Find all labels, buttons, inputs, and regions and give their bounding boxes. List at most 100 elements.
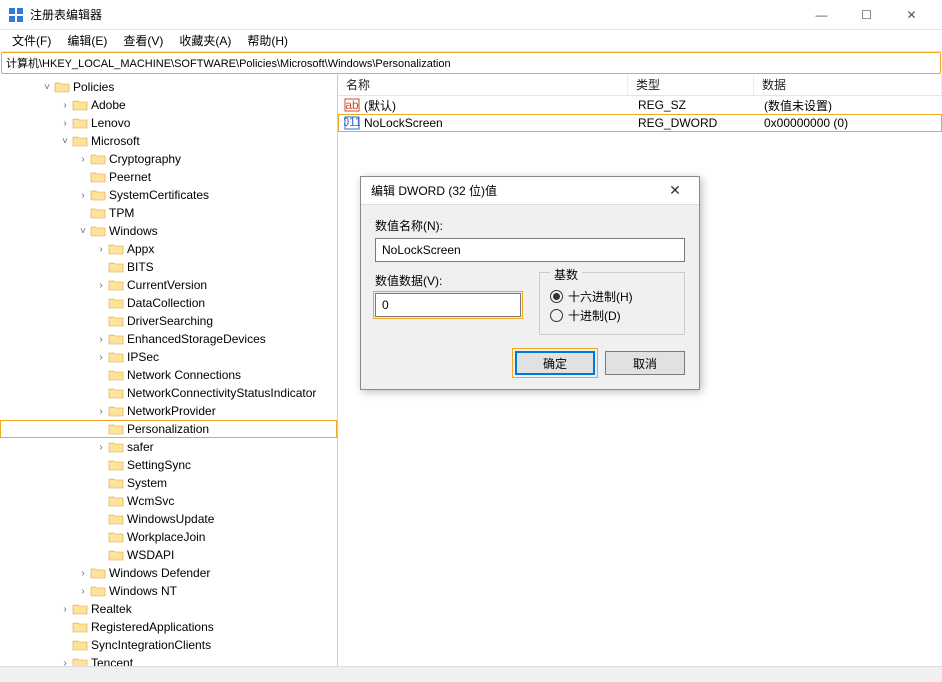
tree-node-label: Adobe xyxy=(91,98,126,112)
tree-node[interactable]: Personalization xyxy=(0,420,337,438)
tree-node[interactable]: ˅Microsoft xyxy=(0,132,337,150)
base-label: 基数 xyxy=(550,266,582,283)
chevron-right-icon[interactable]: › xyxy=(94,350,108,364)
folder-icon xyxy=(72,602,88,616)
tree-node[interactable]: BITS xyxy=(0,258,337,276)
chevron-down-icon[interactable]: ˅ xyxy=(76,224,90,238)
menu-edit[interactable]: 编辑(E) xyxy=(59,30,115,51)
tree-node-label: WcmSvc xyxy=(127,494,174,508)
chevron-right-icon[interactable]: › xyxy=(94,278,108,292)
chevron-right-icon[interactable]: › xyxy=(94,332,108,346)
chevron-right-icon[interactable]: › xyxy=(76,152,90,166)
folder-icon xyxy=(72,98,88,112)
chevron-right-icon[interactable]: › xyxy=(76,584,90,598)
tree-node[interactable]: › Windows NT xyxy=(0,582,337,600)
tree-node[interactable]: › Appx xyxy=(0,240,337,258)
titlebar: 注册表编辑器 — ☐ ✕ xyxy=(0,0,942,30)
tree-node-label: Appx xyxy=(127,242,154,256)
tree-node-label: WSDAPI xyxy=(127,548,174,562)
tree-node[interactable]: ›NetworkProvider xyxy=(0,402,337,420)
tree-node-label: Personalization xyxy=(127,422,209,436)
value-name: NoLockScreen xyxy=(364,116,443,130)
tree-node[interactable]: TPM xyxy=(0,204,337,222)
menu-favorites[interactable]: 收藏夹(A) xyxy=(171,30,239,51)
tree-node[interactable]: ˅Policies xyxy=(0,78,337,96)
folder-icon xyxy=(90,206,106,220)
value-data: 0x00000000 (0) xyxy=(756,116,940,130)
chevron-right-icon[interactable]: › xyxy=(58,98,72,112)
tree-node[interactable]: DriverSearching xyxy=(0,312,337,330)
value-data-field[interactable] xyxy=(375,293,521,317)
tree-node[interactable]: RegisteredApplications xyxy=(0,618,337,636)
tree-node[interactable]: WcmSvc xyxy=(0,492,337,510)
tree-node-label: safer xyxy=(127,440,154,454)
tree-node[interactable]: ›SystemCertificates xyxy=(0,186,337,204)
tree-node-label: IPSec xyxy=(127,350,159,364)
radio-dec[interactable]: 十进制(D) xyxy=(550,307,674,324)
chevron-right-icon[interactable]: › xyxy=(94,404,108,418)
menu-help[interactable]: 帮助(H) xyxy=(239,30,296,51)
radio-dec-label: 十进制(D) xyxy=(568,307,621,324)
chevron-down-icon[interactable]: ˅ xyxy=(58,134,72,148)
dialog-close-icon[interactable]: ✕ xyxy=(661,177,689,205)
ok-button[interactable]: 确定 xyxy=(515,351,595,375)
tree-node-label: Peernet xyxy=(109,170,151,184)
horizontal-scrollbar[interactable] xyxy=(0,666,942,682)
cancel-button[interactable]: 取消 xyxy=(605,351,685,375)
tree-node[interactable]: System xyxy=(0,474,337,492)
radio-hex[interactable]: 十六进制(H) xyxy=(550,288,674,305)
folder-icon xyxy=(108,278,124,292)
tree-node[interactable]: ›Cryptography xyxy=(0,150,337,168)
chevron-right-icon[interactable]: › xyxy=(58,116,72,130)
tree-node[interactable]: ›Lenovo xyxy=(0,114,337,132)
tree-node[interactable]: › Adobe xyxy=(0,96,337,114)
folder-icon xyxy=(108,386,124,400)
tree-node-label: CurrentVersion xyxy=(127,278,207,292)
tree-node-label: SyncIntegrationClients xyxy=(91,638,211,652)
tree-node[interactable]: NetworkConnectivityStatusIndicator xyxy=(0,384,337,402)
tree-node[interactable]: › IPSec xyxy=(0,348,337,366)
chevron-right-icon[interactable]: › xyxy=(76,566,90,580)
chevron-right-icon[interactable]: › xyxy=(94,242,108,256)
close-button[interactable]: ✕ xyxy=(889,0,934,30)
tree-node[interactable]: SettingSync xyxy=(0,456,337,474)
tree-node[interactable]: ˅Windows xyxy=(0,222,337,240)
radio-dec-dot xyxy=(550,309,563,322)
chevron-right-icon[interactable]: › xyxy=(58,602,72,616)
address-bar[interactable]: 计算机\HKEY_LOCAL_MACHINE\SOFTWARE\Policies… xyxy=(1,52,941,74)
tree-pane[interactable]: ˅Policies › Adobe ›Lenovo˅Microsoft›Cryptog… xyxy=(0,74,338,681)
tree-node[interactable]: ›EnhancedStorageDevices xyxy=(0,330,337,348)
folder-icon xyxy=(90,170,106,184)
folder-icon xyxy=(90,224,106,238)
tree-node[interactable]: WorkplaceJoin xyxy=(0,528,337,546)
tree-node[interactable]: WSDAPI xyxy=(0,546,337,564)
list-header: 名称 类型 数据 xyxy=(338,74,942,96)
tree-node[interactable]: ›Realtek xyxy=(0,600,337,618)
tree-node[interactable]: SyncIntegrationClients xyxy=(0,636,337,654)
radio-hex-dot xyxy=(550,290,563,303)
tree-node[interactable]: › CurrentVersion xyxy=(0,276,337,294)
chevron-right-icon[interactable]: › xyxy=(76,188,90,202)
value-name-field[interactable] xyxy=(375,238,685,262)
maximize-button[interactable]: ☐ xyxy=(844,0,889,30)
list-row[interactable]: ab(默认)REG_SZ(数值未设置) xyxy=(338,96,942,114)
col-header-data[interactable]: 数据 xyxy=(754,74,942,95)
col-header-type[interactable]: 类型 xyxy=(628,74,754,95)
minimize-button[interactable]: — xyxy=(799,0,844,30)
chevron-down-icon[interactable]: ˅ xyxy=(40,80,54,94)
tree-node[interactable]: ›Windows Defender xyxy=(0,564,337,582)
tree-node[interactable]: Network Connections xyxy=(0,366,337,384)
tree-node-label: Windows NT xyxy=(109,584,177,598)
col-header-name[interactable]: 名称 xyxy=(338,74,628,95)
menubar: 文件(F) 编辑(E) 查看(V) 收藏夹(A) 帮助(H) xyxy=(0,30,942,52)
tree-node[interactable]: DataCollection xyxy=(0,294,337,312)
folder-icon xyxy=(108,260,124,274)
menu-file[interactable]: 文件(F) xyxy=(4,30,59,51)
tree-node[interactable]: Peernet xyxy=(0,168,337,186)
tree-node[interactable]: › safer xyxy=(0,438,337,456)
list-row[interactable]: 011NoLockScreenREG_DWORD0x00000000 (0) xyxy=(338,114,942,132)
menu-view[interactable]: 查看(V) xyxy=(115,30,171,51)
tree-node[interactable]: WindowsUpdate xyxy=(0,510,337,528)
chevron-right-icon[interactable]: › xyxy=(94,440,108,454)
radio-hex-label: 十六进制(H) xyxy=(568,288,633,305)
